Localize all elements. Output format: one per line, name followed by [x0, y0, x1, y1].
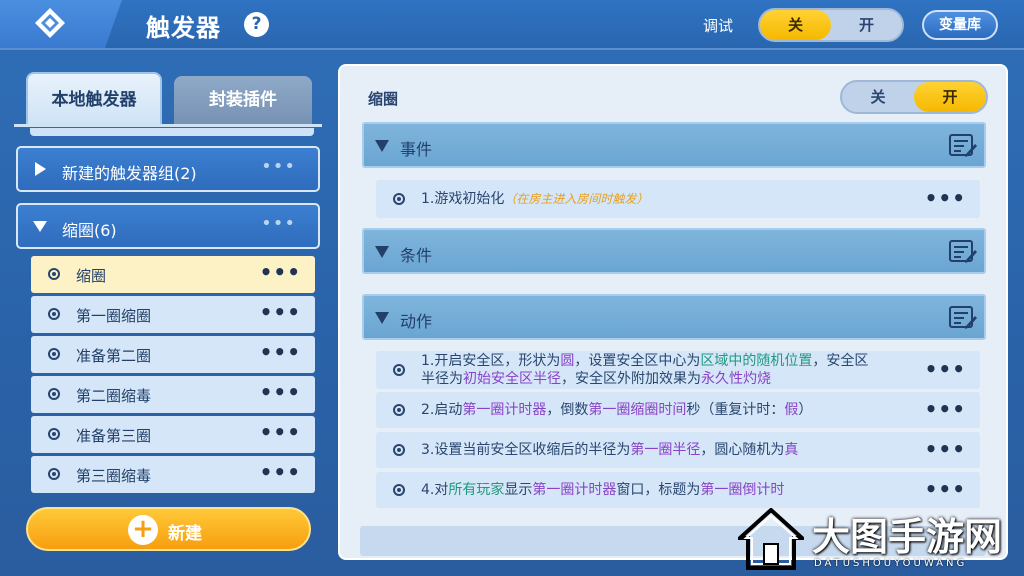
top-bar: 触发器 ? 调试 关 开 变量库 — [0, 0, 1024, 50]
variable-library-button[interactable]: 变量库 — [922, 10, 998, 40]
trigger-detail-panel: 缩圈 关 开 事件 1.游戏初始化（在房主进入房间时触发） ••• 条件 动作 … — [338, 64, 1008, 560]
more-icon[interactable]: ••• — [260, 260, 301, 284]
trigger-item[interactable]: 第二圈缩毒 ••• — [31, 376, 315, 413]
caret-right-icon — [35, 162, 46, 176]
trigger-item-label: 准备第三圈 — [76, 427, 152, 445]
more-icon[interactable]: ••• — [261, 213, 296, 234]
edit-list-icon[interactable] — [948, 238, 978, 266]
diamond-logo-icon — [35, 8, 65, 38]
trigger-on-option[interactable]: 开 — [914, 82, 986, 112]
tab-local-triggers[interactable]: 本地触发器 — [26, 72, 162, 124]
trigger-item-label: 第二圈缩毒 — [76, 387, 152, 405]
group-label: 缩圈(6) — [62, 221, 117, 240]
trigger-item[interactable]: 准备第三圈 ••• — [31, 416, 315, 453]
watermark-subtitle: DATUSHOUYOUWANG — [814, 558, 968, 569]
action-text: 4.对所有玩家显示第一圈计时器窗口，标题为第一圈倒计时 — [421, 482, 785, 498]
caret-down-icon — [33, 221, 47, 232]
list-top-edge — [30, 128, 314, 136]
edit-list-icon[interactable] — [948, 132, 978, 160]
more-icon[interactable]: ••• — [925, 477, 966, 501]
page-title: 触发器 — [146, 14, 221, 42]
debug-on-option[interactable]: 开 — [831, 10, 902, 40]
radio-icon — [393, 444, 405, 456]
radio-icon — [393, 484, 405, 496]
caret-down-icon — [375, 140, 389, 152]
more-icon[interactable]: ••• — [260, 340, 301, 364]
trigger-item[interactable]: 第一圈缩圈 ••• — [31, 296, 315, 333]
section-label: 动作 — [400, 312, 433, 331]
trigger-item[interactable]: 准备第二圈 ••• — [31, 336, 315, 373]
action-text: 1.开启安全区，形状为圆，设置安全区中心为区域中的随机位置，安全区 半径为初始安全… — [421, 353, 869, 387]
section-action[interactable]: 动作 — [362, 294, 986, 340]
tab-plugins[interactable]: 封装插件 — [174, 76, 312, 124]
radio-icon — [48, 348, 60, 360]
trigger-item[interactable]: 第三圈缩毒 ••• — [31, 456, 315, 493]
action-entry[interactable]: 2.启动第一圈计时器，倒数第一圈缩圈时间秒（重复计时：假） ••• — [376, 392, 980, 428]
action-text: 2.启动第一圈计时器，倒数第一圈缩圈时间秒（重复计时：假） — [421, 402, 813, 418]
tab-divider — [14, 124, 322, 127]
caret-down-icon — [375, 312, 389, 324]
plus-icon: + — [128, 515, 158, 545]
debug-off-option[interactable]: 关 — [760, 10, 831, 40]
trigger-group-shrink[interactable]: 缩圈(6) ••• — [16, 203, 320, 249]
more-icon[interactable]: ••• — [260, 380, 301, 404]
action-entry[interactable]: 3.设置当前安全区收缩后的半径为第一圈半径，圆心随机为真 ••• — [376, 432, 980, 468]
event-entry[interactable]: 1.游戏初始化（在房主进入房间时触发） ••• — [376, 180, 980, 218]
trigger-item-label: 准备第二圈 — [76, 347, 152, 365]
debug-label: 调试 — [703, 17, 734, 35]
more-icon[interactable]: ••• — [260, 300, 301, 324]
watermark-title: 大图手游网 — [812, 514, 1003, 559]
radio-icon — [48, 388, 60, 400]
trigger-item-label: 第三圈缩毒 — [76, 467, 152, 485]
trigger-off-option[interactable]: 关 — [842, 82, 914, 112]
radio-icon — [48, 268, 60, 280]
radio-icon — [393, 193, 405, 205]
watermark: 大图手游网 DATUSHOUYOUWANG — [736, 506, 1024, 576]
more-icon[interactable]: ••• — [260, 460, 301, 484]
house-logo-icon — [738, 508, 804, 570]
caret-down-icon — [375, 246, 389, 258]
action-text: 3.设置当前安全区收缩后的半径为第一圈半径，圆心随机为真 — [421, 442, 799, 458]
logo-block[interactable] — [0, 0, 122, 48]
event-text: 1.游戏初始化（在房主进入房间时触发） — [421, 191, 649, 207]
radio-icon — [48, 468, 60, 480]
more-icon[interactable]: ••• — [261, 156, 296, 177]
group-label: 新建的触发器组(2) — [62, 164, 197, 183]
section-label: 条件 — [400, 246, 433, 265]
help-icon[interactable]: ? — [244, 12, 269, 37]
more-icon[interactable]: ••• — [925, 357, 966, 381]
edit-list-icon[interactable] — [948, 304, 978, 332]
trigger-item-label: 缩圈 — [76, 267, 107, 285]
more-icon[interactable]: ••• — [925, 397, 966, 421]
trigger-group-new[interactable]: 新建的触发器组(2) ••• — [16, 146, 320, 192]
radio-icon — [48, 308, 60, 320]
radio-icon — [393, 404, 405, 416]
action-entry[interactable]: 4.对所有玩家显示第一圈计时器窗口，标题为第一圈倒计时 ••• — [376, 472, 980, 508]
section-label: 事件 — [400, 140, 433, 159]
trigger-item-label: 第一圈缩圈 — [76, 307, 152, 325]
new-trigger-button[interactable]: + 新建 — [26, 507, 311, 551]
new-button-label: 新建 — [168, 524, 202, 544]
trigger-item[interactable]: 缩圈 ••• — [31, 256, 315, 293]
action-entry[interactable]: 1.开启安全区，形状为圆，设置安全区中心为区域中的随机位置，安全区 半径为初始安全… — [376, 351, 980, 389]
more-icon[interactable]: ••• — [925, 186, 966, 210]
radio-icon — [48, 428, 60, 440]
event-hint: （在房主进入房间时触发） — [504, 192, 649, 206]
more-icon[interactable]: ••• — [260, 420, 301, 444]
radio-icon — [393, 364, 405, 376]
trigger-name: 缩圈 — [368, 90, 399, 108]
debug-toggle[interactable]: 关 开 — [758, 8, 904, 42]
more-icon[interactable]: ••• — [925, 437, 966, 461]
trigger-enable-toggle[interactable]: 关 开 — [840, 80, 988, 114]
section-event[interactable]: 事件 — [362, 122, 986, 168]
section-condition[interactable]: 条件 — [362, 228, 986, 274]
